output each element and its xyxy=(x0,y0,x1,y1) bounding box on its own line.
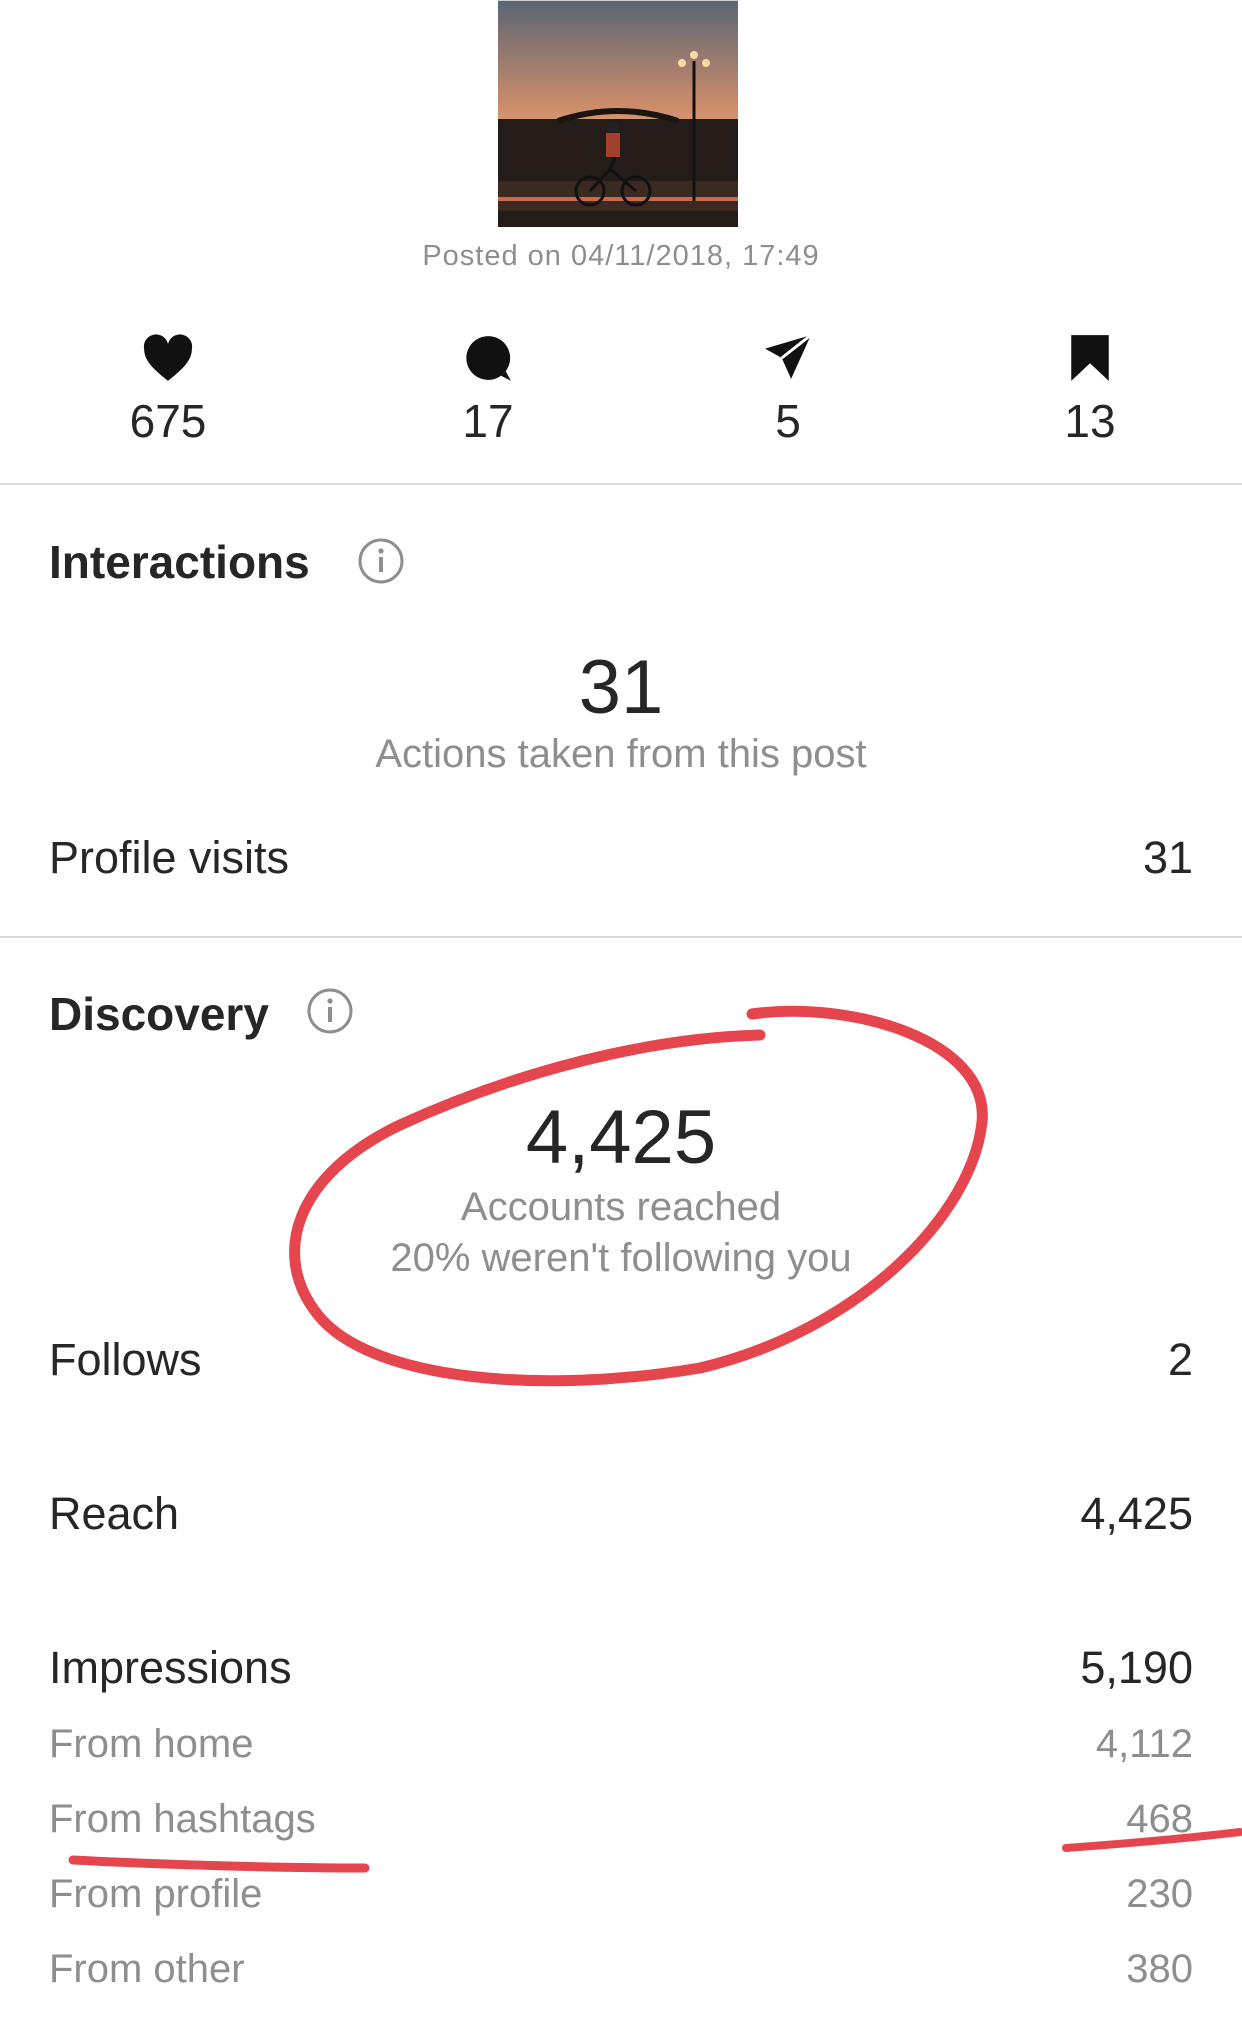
impressions-source-row: From home 4,112 xyxy=(49,1722,1193,1767)
source-value: 380 xyxy=(1126,1947,1193,1991)
comments-count: 17 xyxy=(462,395,514,447)
interactions-total: 31 xyxy=(578,645,664,730)
accounts-reached-caption: Accounts reached xyxy=(460,1185,782,1229)
comments-stat: 17 xyxy=(388,330,588,444)
posted-date: Posted on 04/11/2018, 17:49 xyxy=(422,240,820,272)
impressions-source-row: From other 380 xyxy=(49,1947,1193,1992)
post-thumbnail[interactable] xyxy=(498,0,738,227)
heart-icon xyxy=(68,330,268,386)
follows-row: Follows 2 xyxy=(49,1334,1193,1386)
impressions-source-row: From hashtags 468 xyxy=(49,1797,1193,1842)
saves-stat: 13 xyxy=(990,330,1190,444)
source-label: From home xyxy=(49,1722,254,1766)
comment-icon xyxy=(388,330,588,386)
non-followers-caption: 20% weren't following you xyxy=(390,1236,852,1280)
hashtags-underline xyxy=(68,1855,370,1873)
divider xyxy=(0,936,1242,938)
interactions-title: Interactions xyxy=(49,536,310,588)
profile-visits-label: Profile visits xyxy=(49,832,290,883)
source-label: From hashtags xyxy=(49,1797,316,1841)
follows-label: Follows xyxy=(49,1334,202,1385)
source-value: 4,112 xyxy=(1095,1722,1193,1766)
share-icon xyxy=(688,330,888,386)
reach-label: Reach xyxy=(49,1488,180,1539)
profile-visits-row: Profile visits 31 xyxy=(49,832,1193,884)
shares-count: 5 xyxy=(775,395,801,447)
discovery-total: 4,425 xyxy=(525,1095,717,1180)
impressions-value: 5,190 xyxy=(1080,1642,1193,1693)
reach-row: Reach 4,425 xyxy=(49,1488,1193,1540)
source-label: From other xyxy=(49,1947,245,1991)
divider xyxy=(0,483,1242,485)
interactions-info-icon[interactable] xyxy=(357,537,405,585)
bookmark-icon xyxy=(990,330,1190,386)
interactions-caption: Actions taken from this post xyxy=(375,732,867,776)
follows-value: 2 xyxy=(1167,1334,1193,1385)
discovery-title: Discovery xyxy=(49,988,269,1040)
reach-value: 4,425 xyxy=(1080,1488,1193,1539)
impressions-source-row: From profile 230 xyxy=(49,1872,1193,1917)
source-value: 230 xyxy=(1126,1872,1193,1916)
impressions-row: Impressions 5,190 xyxy=(49,1642,1193,1694)
saves-count: 13 xyxy=(1064,395,1116,447)
likes-count: 675 xyxy=(129,395,207,447)
impressions-label: Impressions xyxy=(49,1642,292,1693)
shares-stat: 5 xyxy=(688,330,888,444)
likes-stat: 675 xyxy=(68,330,268,444)
source-value: 468 xyxy=(1126,1797,1193,1841)
discovery-info-icon[interactable] xyxy=(306,987,354,1035)
source-label: From profile xyxy=(49,1872,263,1916)
post-insights-screen: Posted on 04/11/2018, 17:49 675 17 5 13 … xyxy=(0,0,1242,2017)
profile-visits-value: 31 xyxy=(1142,832,1193,883)
